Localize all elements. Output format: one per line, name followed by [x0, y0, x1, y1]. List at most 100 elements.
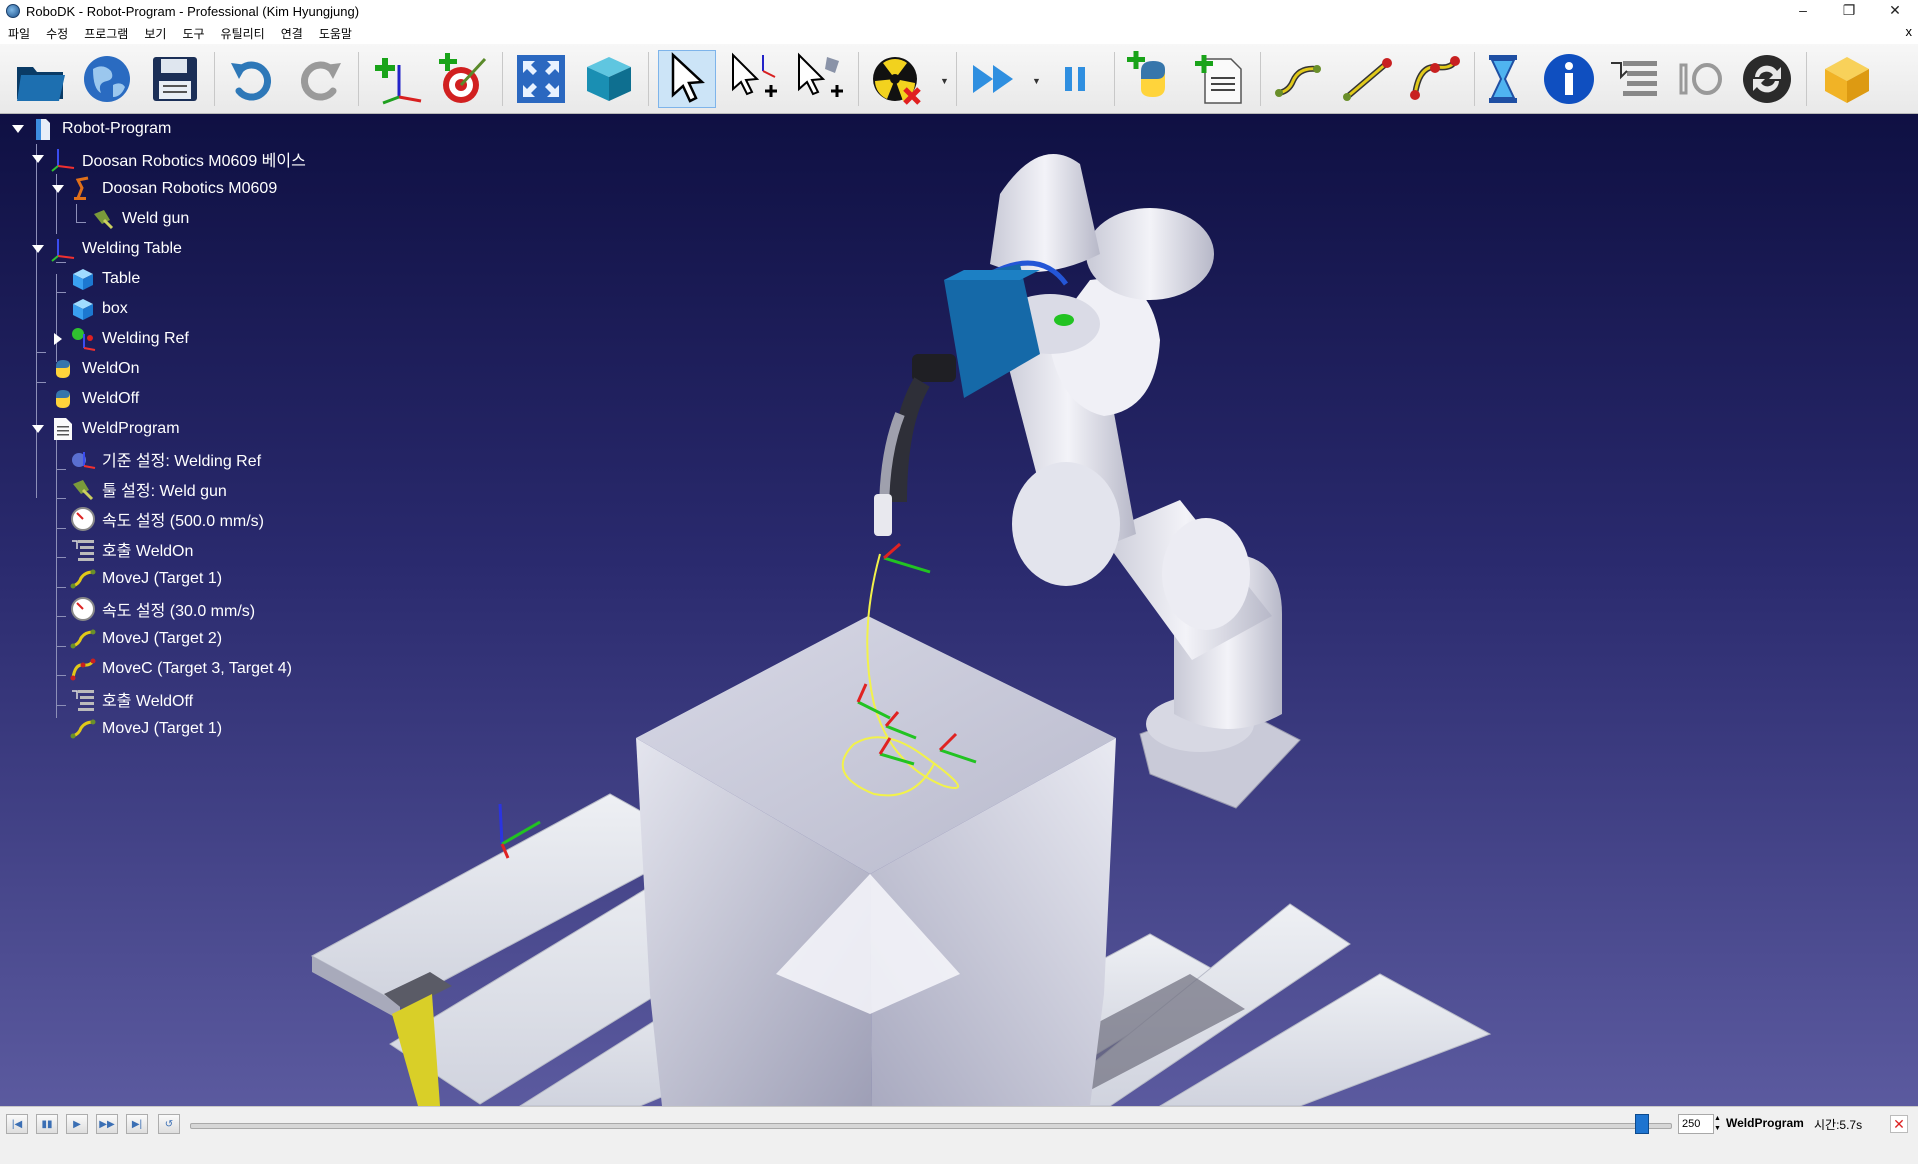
tree-item-welding-ref[interactable]: Welding Ref: [50, 324, 189, 354]
menu-help[interactable]: 도움말: [311, 25, 360, 42]
move-reference-icon[interactable]: [724, 50, 782, 108]
menu-utilities[interactable]: 유틸리티: [213, 25, 273, 42]
main-toolbar: ▼ ▼: [0, 44, 1918, 114]
station-icon: [30, 116, 56, 142]
iso-view-cube-icon[interactable]: [580, 50, 638, 108]
undo-icon[interactable]: [224, 50, 282, 108]
stop-program-button[interactable]: ✕: [1890, 1115, 1908, 1133]
tree-item-set-reference[interactable]: 기준 설정: Welding Ref: [70, 444, 261, 474]
simulation-dropdown-icon[interactable]: ▼: [1032, 76, 1041, 86]
tree-item-weldon[interactable]: WeldOn: [50, 354, 140, 384]
redo-icon[interactable]: [290, 50, 348, 108]
add-reference-frame-icon[interactable]: [368, 50, 426, 108]
fit-all-icon[interactable]: [512, 50, 570, 108]
add-program-icon[interactable]: [1192, 50, 1250, 108]
play-icon[interactable]: ▶: [66, 1114, 88, 1134]
tree-item-robot[interactable]: Doosan Robotics M0609: [50, 174, 277, 204]
tree-item-label: MoveJ (Target 1): [102, 720, 223, 737]
tree-item-table[interactable]: Table: [70, 264, 140, 294]
expand-toggle-icon[interactable]: [50, 181, 66, 197]
expand-toggle-icon[interactable]: [30, 421, 46, 437]
first-icon[interactable]: |◀: [6, 1114, 28, 1134]
save-icon[interactable]: [146, 50, 204, 108]
tree-item-label: Doosan Robotics M0609 베이스: [82, 153, 306, 170]
tree-item-label: WeldOn: [82, 360, 140, 377]
call-icon: [70, 536, 96, 562]
tree-item-label: MoveJ (Target 2): [102, 630, 223, 647]
menu-tools[interactable]: 도구: [174, 25, 212, 42]
tree-item-robot-base-frame[interactable]: Doosan Robotics M0609 베이스: [30, 144, 306, 174]
last-icon[interactable]: ▶|: [126, 1114, 148, 1134]
speed-spinbox[interactable]: 250: [1678, 1114, 1714, 1134]
tree-item-label: MoveJ (Target 1): [102, 570, 223, 587]
menu-edit[interactable]: 수정: [38, 25, 76, 42]
collision-dropdown-icon[interactable]: ▼: [940, 76, 949, 86]
3d-viewport[interactable]: Robot-Program Doosan Robotics M0609 베이스 …: [0, 114, 1918, 1106]
io-instruction-icon[interactable]: [1672, 50, 1730, 108]
tree-item-call-weldoff[interactable]: 호출 WeldOff: [70, 684, 193, 714]
loop-icon[interactable]: ↺: [158, 1114, 180, 1134]
tree-item-set-speed-500[interactable]: 속도 설정 (500.0 mm/s): [70, 504, 264, 534]
movec-instruction-icon[interactable]: [1406, 50, 1464, 108]
program-call-icon[interactable]: [1606, 50, 1664, 108]
pause-icon[interactable]: [1046, 50, 1104, 108]
set-tool-icon: [70, 476, 96, 502]
tree-item-movej-target1-return[interactable]: MoveJ (Target 1): [70, 714, 222, 744]
tree-item-movej-target2[interactable]: MoveJ (Target 2): [70, 624, 222, 654]
set-reference-icon: [70, 446, 96, 472]
robodk-logo-icon: [6, 4, 20, 18]
tree-item-weld-gun[interactable]: Weld gun: [90, 204, 189, 234]
menu-connect[interactable]: 연결: [273, 25, 311, 42]
menu-program[interactable]: 프로그램: [76, 25, 136, 42]
title-bar: RoboDK - Robot-Program - Professional (K…: [0, 0, 1918, 22]
info-icon[interactable]: [1540, 50, 1598, 108]
expand-toggle-icon[interactable]: [10, 121, 26, 137]
fast-simulation-icon[interactable]: [966, 50, 1024, 108]
tree-item-movej-target1[interactable]: MoveJ (Target 1): [70, 564, 222, 594]
timeline-slider[interactable]: [190, 1123, 1672, 1129]
expand-toggle-icon[interactable]: [30, 241, 46, 257]
select-pointer-icon[interactable]: [658, 50, 716, 108]
tree-item-movec[interactable]: MoveC (Target 3, Target 4): [70, 654, 292, 684]
tree-item-welding-table[interactable]: Welding Table: [30, 234, 182, 264]
move-tool-icon[interactable]: [790, 50, 848, 108]
simulation-time: 시간:5.7s: [1814, 1118, 1863, 1132]
add-python-program-icon[interactable]: [1124, 50, 1182, 108]
globe-icon[interactable]: [78, 50, 136, 108]
menu-file[interactable]: 파일: [0, 25, 38, 42]
restore-button[interactable]: ❐: [1826, 0, 1872, 22]
minimize-button[interactable]: –: [1780, 0, 1826, 22]
update-icon[interactable]: [1738, 50, 1796, 108]
tree-item-call-weldon[interactable]: 호출 WeldOn: [70, 534, 193, 564]
object-cube-icon: [70, 266, 96, 292]
tree-item-label: Table: [102, 270, 141, 287]
tree-item-weldprogram[interactable]: WeldProgram: [30, 414, 180, 444]
tree-item-set-tool[interactable]: 툴 설정: Weld gun: [70, 474, 227, 504]
movel-instruction-icon[interactable]: [1338, 50, 1396, 108]
spin-arrows-icon[interactable]: ▲ ▼: [1714, 1114, 1724, 1134]
timeline-slider-handle[interactable]: [1635, 1114, 1650, 1134]
close-station-button[interactable]: x: [1906, 24, 1913, 39]
fast-forward-icon[interactable]: ▶▶: [96, 1114, 118, 1134]
open-folder-icon[interactable]: [12, 50, 70, 108]
python-icon: [50, 356, 76, 382]
collision-check-icon[interactable]: [868, 50, 926, 108]
close-button[interactable]: ✕: [1872, 0, 1918, 22]
tree-item-weldoff[interactable]: WeldOff: [50, 384, 139, 414]
tree-item-box[interactable]: box: [70, 294, 128, 324]
tree-item-set-speed-30[interactable]: 속도 설정 (30.0 mm/s): [70, 594, 255, 624]
tree-item-robot-program[interactable]: Robot-Program: [10, 114, 171, 144]
object-cube-icon: [70, 296, 96, 322]
expand-toggle-icon[interactable]: [30, 151, 46, 167]
package-icon[interactable]: [1818, 50, 1876, 108]
add-target-icon[interactable]: [434, 50, 492, 108]
movej-instruction-icon[interactable]: [1270, 50, 1328, 108]
weld-gun: [874, 264, 1040, 536]
collapse-toggle-icon[interactable]: [50, 331, 66, 347]
pause-instruction-icon[interactable]: [1474, 50, 1532, 108]
menu-view[interactable]: 보기: [136, 25, 174, 42]
tree-item-label: 속도 설정 (500.0 mm/s): [102, 513, 265, 530]
speed-icon: [70, 596, 96, 622]
pause-icon[interactable]: ▮▮: [36, 1114, 58, 1134]
call-icon: [70, 686, 96, 712]
